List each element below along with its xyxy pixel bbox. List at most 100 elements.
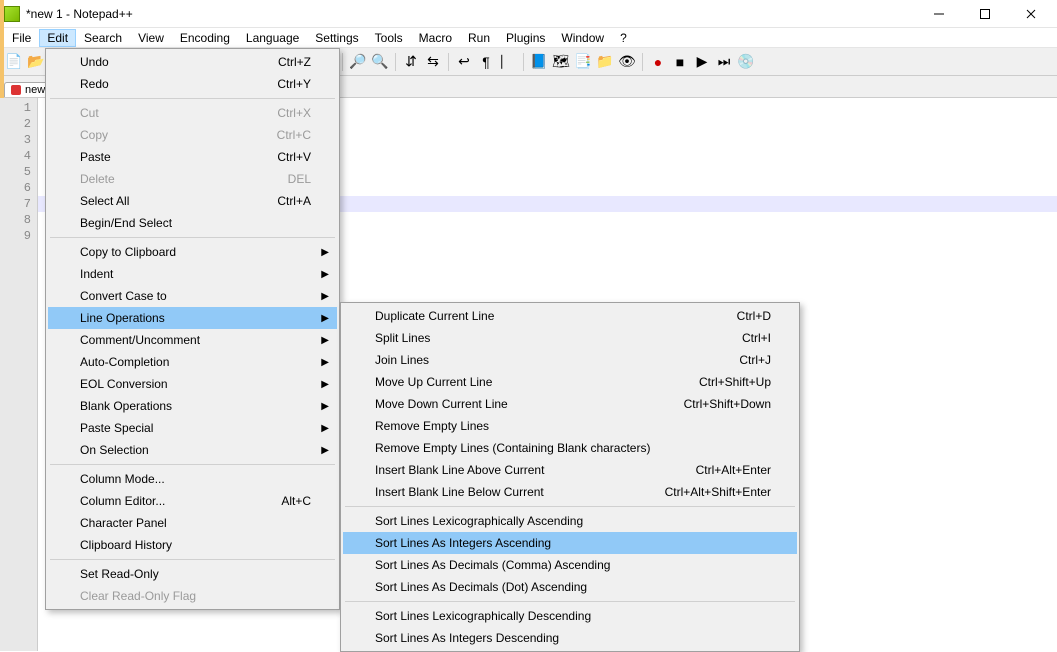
edit-menu-item-clipboard-history[interactable]: Clipboard History <box>48 534 337 556</box>
new-file-icon[interactable]: 📄 <box>4 52 24 72</box>
edit-menu-item-column-mode[interactable]: Column Mode... <box>48 468 337 490</box>
edit-menu-item-select-all[interactable]: Select AllCtrl+A <box>48 190 337 212</box>
menu-item-label: Copy to Clipboard <box>80 245 176 259</box>
menu-item-label: Cut <box>80 106 99 120</box>
menu-tools[interactable]: Tools <box>367 29 411 47</box>
sync-h-icon[interactable]: ⇆ <box>423 52 443 72</box>
menu-item-label: Blank Operations <box>80 399 172 413</box>
macro-replay-icon[interactable]: ⏭ <box>714 52 734 72</box>
lineops-item-insert-blank-line-below-current[interactable]: Insert Blank Line Below CurrentCtrl+Alt+… <box>343 481 797 503</box>
menu-item-shortcut: Ctrl+V <box>277 150 311 164</box>
edit-menu-item-blank-operations[interactable]: Blank Operations▶ <box>48 395 337 417</box>
lang-icon[interactable]: 📘 <box>529 52 549 72</box>
menu-item-label: Undo <box>80 55 109 69</box>
menu-search[interactable]: Search <box>76 29 130 47</box>
lineops-item-sort-lines-lexicographically-ascending[interactable]: Sort Lines Lexicographically Ascending <box>343 510 797 532</box>
edit-menu-item-redo[interactable]: Redo Ctrl+Y <box>48 73 337 95</box>
line-operations-submenu: Duplicate Current LineCtrl+DSplit LinesC… <box>340 302 800 652</box>
menu-item-label: Clipboard History <box>80 538 172 552</box>
lineops-item-move-down-current-line[interactable]: Move Down Current LineCtrl+Shift+Down <box>343 393 797 415</box>
edit-menu-item-paste[interactable]: PasteCtrl+V <box>48 146 337 168</box>
zoom-in-icon[interactable]: 🔎 <box>348 52 368 72</box>
edit-menu-item-indent[interactable]: Indent▶ <box>48 263 337 285</box>
toolbar-separator <box>523 53 524 71</box>
lineops-item-sort-lines-as-integers-ascending[interactable]: Sort Lines As Integers Ascending <box>343 532 797 554</box>
line-number: 3 <box>0 132 31 148</box>
edit-menu-item-copy: CopyCtrl+C <box>48 124 337 146</box>
edit-menu-item-paste-special[interactable]: Paste Special▶ <box>48 417 337 439</box>
lineops-item-remove-empty-lines[interactable]: Remove Empty Lines <box>343 415 797 437</box>
menu-[interactable]: ? <box>612 29 635 47</box>
menu-item-label: Insert Blank Line Above Current <box>375 463 544 477</box>
edit-menu-item-character-panel[interactable]: Character Panel <box>48 512 337 534</box>
macro-stop-icon[interactable]: ■ <box>670 52 690 72</box>
menu-item-label: Remove Empty Lines <box>375 419 489 433</box>
maximize-button[interactable] <box>971 4 999 24</box>
macro-play-icon[interactable]: ▶ <box>692 52 712 72</box>
indent-guide-icon[interactable]: ⎸ <box>498 52 518 72</box>
menu-item-label: Sort Lines Lexicographically Ascending <box>375 514 583 528</box>
menu-item-label: Remove Empty Lines (Containing Blank cha… <box>375 441 650 455</box>
edit-menu-item-undo[interactable]: UndoCtrl+Z <box>48 51 337 73</box>
edit-menu-item-column-editor[interactable]: Column Editor...Alt+C <box>48 490 337 512</box>
lineops-item-remove-empty-lines-containing-blank-characters[interactable]: Remove Empty Lines (Containing Blank cha… <box>343 437 797 459</box>
menu-item-label: Copy <box>80 128 108 142</box>
edit-menu-item-eol-conversion[interactable]: EOL Conversion▶ <box>48 373 337 395</box>
func-list-icon[interactable]: 📑 <box>573 52 593 72</box>
menu-settings[interactable]: Settings <box>307 29 366 47</box>
menu-item-label: Duplicate Current Line <box>375 309 494 323</box>
macro-save-icon[interactable]: 💿 <box>736 52 756 72</box>
toolbar-separator <box>448 53 449 71</box>
app-icon <box>4 6 20 22</box>
menu-item-shortcut: Ctrl+Y <box>277 77 311 91</box>
line-number-gutter: 123456789 <box>0 98 38 651</box>
menu-language[interactable]: Language <box>238 29 307 47</box>
menu-item-label: Convert Case to <box>80 289 167 303</box>
lineops-item-sort-lines-lexicographically-descending[interactable]: Sort Lines Lexicographically Descending <box>343 605 797 627</box>
menu-item-label: EOL Conversion <box>80 377 168 391</box>
edit-menu-item-on-selection[interactable]: On Selection▶ <box>48 439 337 461</box>
menu-plugins[interactable]: Plugins <box>498 29 553 47</box>
toolbar-separator <box>642 53 643 71</box>
lineops-item-split-lines[interactable]: Split LinesCtrl+I <box>343 327 797 349</box>
menu-run[interactable]: Run <box>460 29 498 47</box>
menu-file[interactable]: File <box>4 29 39 47</box>
minimize-button[interactable] <box>925 4 953 24</box>
lineops-item-sort-lines-as-integers-descending[interactable]: Sort Lines As Integers Descending <box>343 627 797 649</box>
show-all-chars-icon[interactable]: ¶ <box>476 52 496 72</box>
edit-menu-item-set-read-only[interactable]: Set Read-Only <box>48 563 337 585</box>
zoom-out-icon[interactable]: 🔍 <box>370 52 390 72</box>
macro-record-icon[interactable]: ● <box>648 52 668 72</box>
close-button[interactable] <box>1017 4 1045 24</box>
edit-menu-item-copy-to-clipboard[interactable]: Copy to Clipboard▶ <box>48 241 337 263</box>
edit-menu-item-line-operations[interactable]: Line Operations▶ <box>48 307 337 329</box>
menu-encoding[interactable]: Encoding <box>172 29 238 47</box>
submenu-arrow-icon: ▶ <box>321 291 329 302</box>
wrap-icon[interactable]: ↩ <box>454 52 474 72</box>
open-file-icon[interactable]: 📂 <box>26 52 46 72</box>
menu-window[interactable]: Window <box>553 29 612 47</box>
doc-map-icon[interactable]: 🗺 <box>551 52 571 72</box>
lineops-item-join-lines[interactable]: Join LinesCtrl+J <box>343 349 797 371</box>
menu-item-shortcut: Ctrl+Alt+Shift+Enter <box>665 485 771 499</box>
folder-icon[interactable]: 📁 <box>595 52 615 72</box>
toolbar-separator <box>395 53 396 71</box>
edit-menu-item-convert-case-to[interactable]: Convert Case to ▶ <box>48 285 337 307</box>
menu-item-label: Redo <box>80 77 109 91</box>
lineops-item-move-up-current-line[interactable]: Move Up Current LineCtrl+Shift+Up <box>343 371 797 393</box>
lineops-item-duplicate-current-line[interactable]: Duplicate Current LineCtrl+D <box>343 305 797 327</box>
menu-edit[interactable]: Edit <box>39 29 76 47</box>
menu-separator <box>345 506 795 507</box>
edit-menu-item-auto-completion[interactable]: Auto-Completion▶ <box>48 351 337 373</box>
menu-macro[interactable]: Macro <box>411 29 460 47</box>
menu-view[interactable]: View <box>130 29 172 47</box>
sync-v-icon[interactable]: ⇵ <box>401 52 421 72</box>
edit-menu-item-comment-uncomment[interactable]: Comment/Uncomment▶ <box>48 329 337 351</box>
monitor-icon[interactable]: 👁 <box>617 52 637 72</box>
lineops-item-sort-lines-as-decimals-dot-ascending[interactable]: Sort Lines As Decimals (Dot) Ascending <box>343 576 797 598</box>
submenu-arrow-icon: ▶ <box>321 423 329 434</box>
lineops-item-sort-lines-as-decimals-comma-ascending[interactable]: Sort Lines As Decimals (Comma) Ascending <box>343 554 797 576</box>
line-number: 4 <box>0 148 31 164</box>
edit-menu-item-begin-end-select[interactable]: Begin/End Select <box>48 212 337 234</box>
lineops-item-insert-blank-line-above-current[interactable]: Insert Blank Line Above CurrentCtrl+Alt+… <box>343 459 797 481</box>
